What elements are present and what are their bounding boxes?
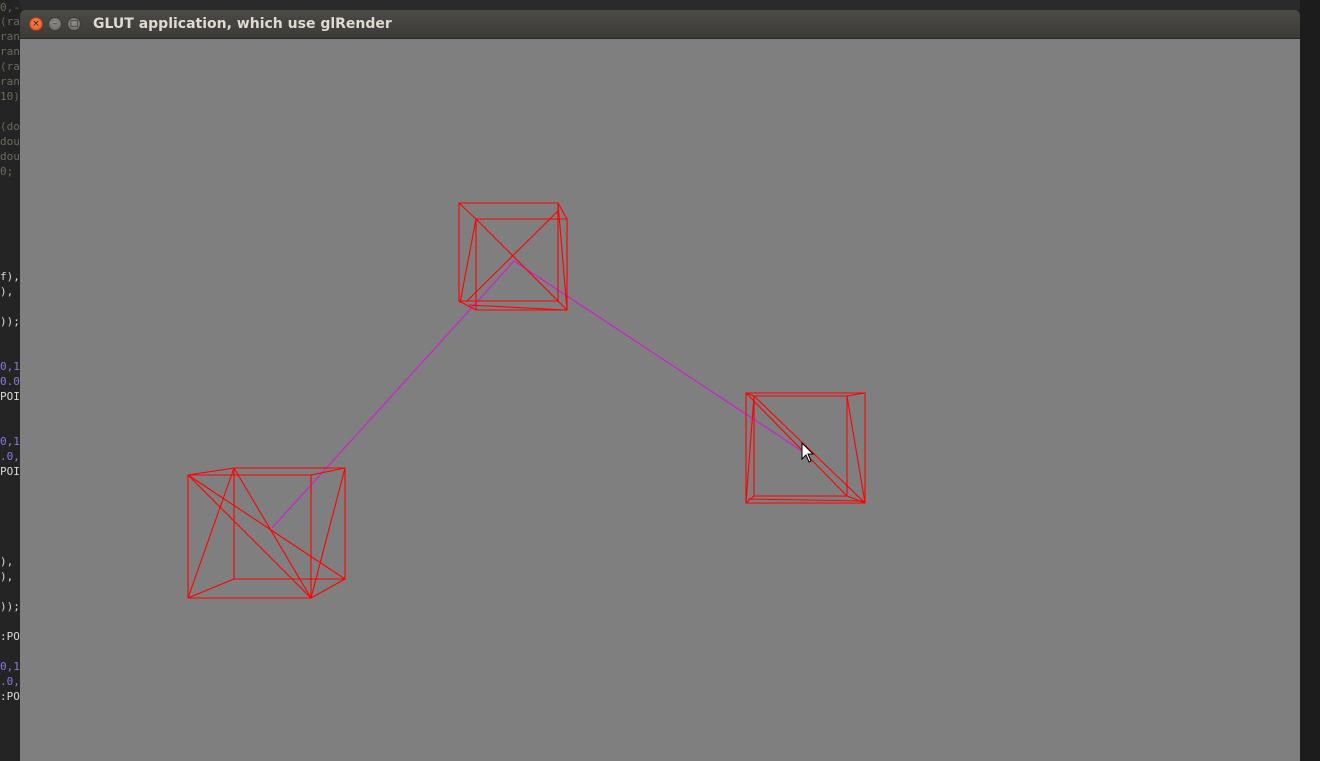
background-code-line: :PO	[0, 630, 20, 643]
wireframe-cube-left	[187, 467, 346, 599]
close-window-button[interactable]: ×	[29, 17, 43, 31]
background-code-line: (do	[0, 120, 20, 133]
background-code-line: 0.0	[0, 375, 20, 388]
background-code-line: dou	[0, 135, 20, 148]
background-code-line: 10)	[0, 90, 20, 103]
connector-line-top-right	[513, 260, 803, 452]
background-code-line: 0;	[0, 165, 14, 178]
background-code-line: ),	[0, 570, 14, 583]
background-desktop-right	[1300, 0, 1320, 761]
background-code-line: 0,1	[0, 435, 20, 448]
scene-svg	[187, 202, 866, 599]
background-code-line: POI	[0, 390, 20, 403]
background-code-line: POI	[0, 465, 20, 478]
opengl-render-canvas[interactable]	[20, 39, 1300, 761]
background-code-line: f),	[0, 270, 20, 283]
background-code-line: 0,1	[0, 660, 20, 673]
background-code-line: 0,1	[0, 360, 20, 373]
minimize-window-button[interactable]: –	[48, 17, 62, 31]
background-code-line: ));	[0, 315, 20, 328]
background-code-line: ran	[0, 30, 20, 43]
background-code-line: ));	[0, 600, 20, 613]
background-code-line: ),	[0, 555, 14, 568]
background-desktop-top	[20, 0, 1320, 10]
background-code-line: .0,	[0, 675, 20, 688]
window-title: GLUT application, which use glRender	[93, 16, 392, 32]
background-code-line: ran	[0, 45, 20, 58]
background-code-line: dou	[0, 150, 20, 163]
background-code-line: ),	[0, 285, 14, 298]
background-code-line: :PO	[0, 690, 20, 703]
background-code-line: 0,-10),	[0, 1, 20, 14]
wireframe-cube-top	[458, 202, 568, 311]
background-code-line: (ra	[0, 15, 20, 28]
maximize-window-button[interactable]: □	[67, 17, 81, 31]
background-code-line: .0,	[0, 450, 20, 463]
window-titlebar[interactable]: × – □ GLUT application, which use glRend…	[20, 10, 1300, 39]
background-code-line: (ra	[0, 60, 20, 73]
background-code-editor: 0,-10),(raranran(raran10)(dodoudou0;f),)…	[0, 0, 20, 761]
glut-window[interactable]: × – □ GLUT application, which use glRend…	[20, 10, 1300, 761]
background-code-line: ran	[0, 75, 20, 88]
